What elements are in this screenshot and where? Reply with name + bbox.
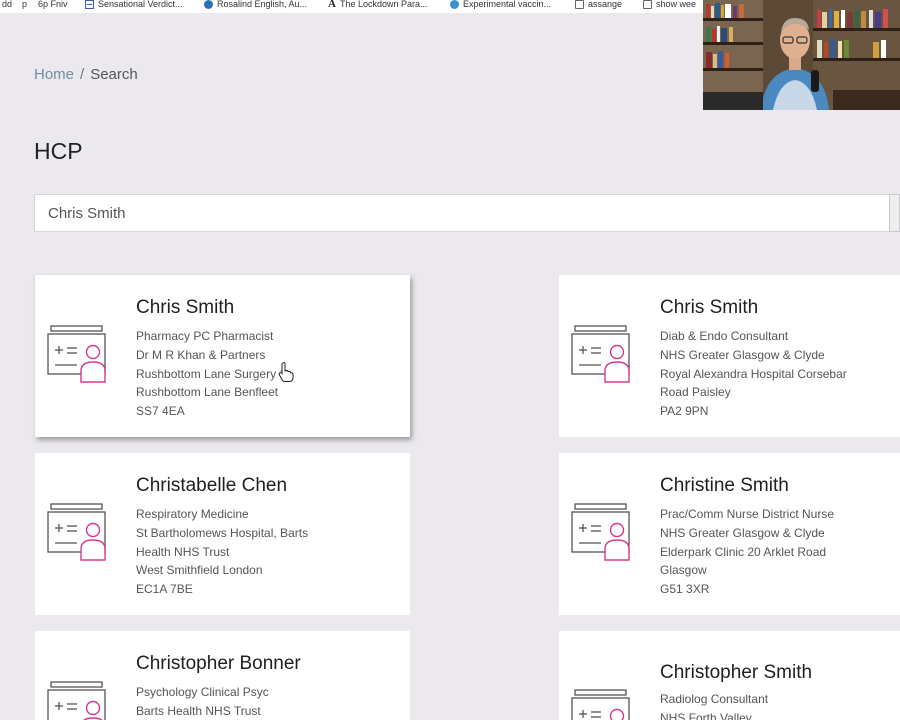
id-card-icon bbox=[571, 689, 631, 720]
hcp-detail-line: Dr M R Khan & Partners bbox=[136, 347, 266, 362]
search-button[interactable] bbox=[889, 194, 900, 232]
bookmark-item[interactable]: 6p Fniv bbox=[38, 0, 68, 9]
hcp-details: Radiolog Consultant NHS Forth Valley bbox=[660, 690, 768, 720]
webcam-overlay bbox=[703, 0, 900, 110]
page-title: HCP bbox=[34, 138, 83, 164]
hcp-detail-line: St Bartholomews Hospital, Barts bbox=[136, 525, 309, 540]
hcp-card[interactable]: Christine Smith Prac/Comm Nurse District… bbox=[559, 453, 900, 615]
hcp-name: Chris Smith bbox=[136, 297, 235, 318]
id-card-icon bbox=[47, 681, 107, 720]
bookmark-item[interactable]: dd bbox=[2, 0, 12, 9]
hcp-detail-line: Radiolog Consultant bbox=[660, 692, 769, 706]
folder-icon bbox=[643, 0, 652, 9]
hcp-detail-line: Road Paisley bbox=[660, 385, 731, 400]
bookmark-item[interactable]: A The Lockdown Para... bbox=[328, 0, 428, 10]
bookmark-label: Sensational Verdict... bbox=[98, 0, 183, 9]
hcp-detail-line: NHS Forth Valley bbox=[660, 710, 752, 720]
webcam-video bbox=[703, 0, 900, 110]
bookmark-item[interactable]: show wee bbox=[643, 0, 696, 9]
id-card-icon bbox=[47, 503, 107, 561]
bookmark-label: Experimental vaccin... bbox=[463, 0, 552, 9]
hcp-detail-line: SS7 4EA bbox=[136, 404, 185, 419]
hcp-details: Psychology Clinical Psyc Barts Health NH… bbox=[136, 683, 269, 720]
hcp-detail-line: West Smithfield London bbox=[136, 563, 263, 578]
bookmark-label: show wee bbox=[656, 0, 697, 9]
hand-cursor-icon bbox=[278, 362, 294, 382]
hcp-detail-line: PA2 9PN bbox=[660, 404, 709, 419]
hcp-detail-line: Pharmacy PC Pharmacist bbox=[136, 329, 274, 343]
hcp-name: Christopher Smith bbox=[660, 662, 813, 683]
hcp-name: Christabelle Chen bbox=[136, 475, 288, 496]
atlantic-icon: A bbox=[328, 0, 336, 10]
breadcrumb-current: Search bbox=[90, 66, 138, 83]
hcp-detail-line: G51 3XR bbox=[660, 582, 710, 597]
hcp-detail-line: Diab & Endo Consultant bbox=[660, 329, 789, 343]
wordpress-icon bbox=[204, 0, 213, 9]
hcp-detail-line: Rushbottom Lane Surgery 1 bbox=[136, 366, 287, 381]
breadcrumb-separator: / bbox=[80, 66, 85, 83]
hcp-detail-line: NHS Greater Glasgow & Clyde bbox=[660, 525, 825, 540]
calendar-icon bbox=[85, 0, 94, 9]
bookmark-label: dd bbox=[2, 0, 13, 9]
bookmark-item[interactable]: Rosalind English, Au... bbox=[204, 0, 307, 9]
id-card-icon bbox=[47, 325, 107, 383]
bookmark-label: assange bbox=[588, 0, 623, 9]
bookmark-label: The Lockdown Para... bbox=[339, 0, 428, 9]
hcp-name: Chris Smith bbox=[660, 297, 759, 318]
bookmark-label: Rosalind English, Au... bbox=[217, 0, 308, 9]
id-card-icon bbox=[571, 503, 631, 561]
hcp-details: Diab & Endo Consultant NHS Greater Glasg… bbox=[660, 327, 847, 421]
bookmark-label: p bbox=[22, 0, 28, 9]
hcp-detail-line: Royal Alexandra Hospital Corsebar bbox=[660, 366, 847, 381]
hcp-card[interactable]: Christabelle Chen Respiratory Medicine S… bbox=[35, 453, 410, 615]
hcp-detail-line: Respiratory Medicine bbox=[136, 507, 249, 521]
hcp-detail-line: Prac/Comm Nurse District Nurse bbox=[660, 507, 835, 521]
hcp-detail-line: EC1A 7BE bbox=[136, 582, 193, 597]
hcp-details: Respiratory Medicine St Bartholomews Hos… bbox=[136, 505, 308, 599]
bookmark-item[interactable]: Sensational Verdict... bbox=[85, 0, 183, 9]
globe-icon bbox=[450, 0, 459, 9]
id-card-icon bbox=[571, 325, 631, 383]
hcp-detail-line: Barts Health NHS Trust bbox=[136, 703, 261, 718]
folder-icon bbox=[575, 0, 584, 9]
hcp-detail-line: Psychology Clinical Psyc bbox=[136, 685, 269, 699]
search-input[interactable] bbox=[34, 194, 900, 232]
bookmark-item[interactable]: p bbox=[22, 0, 27, 9]
hcp-details: Prac/Comm Nurse District Nurse NHS Great… bbox=[660, 505, 834, 599]
hcp-card[interactable]: Christopher Bonner Psychology Clinical P… bbox=[35, 631, 410, 720]
bookmark-item[interactable]: Experimental vaccin... bbox=[450, 0, 551, 9]
hcp-detail-line: Glasgow bbox=[660, 563, 707, 578]
hcp-detail-line: Health NHS Trust bbox=[136, 544, 230, 559]
bookmark-item[interactable]: assange bbox=[575, 0, 622, 9]
hcp-card[interactable]: Chris Smith Pharmacy PC Pharmacist Dr M … bbox=[35, 275, 410, 437]
hcp-details: Pharmacy PC Pharmacist Dr M R Khan & Par… bbox=[136, 327, 286, 421]
hcp-name: Christopher Bonner bbox=[136, 653, 301, 674]
hcp-card[interactable]: Chris Smith Diab & Endo Consultant NHS G… bbox=[559, 275, 900, 437]
breadcrumb-home-link[interactable]: Home bbox=[34, 66, 74, 83]
hcp-name: Christine Smith bbox=[660, 475, 789, 496]
hcp-detail-line: Rushbottom Lane Benfleet bbox=[136, 385, 279, 400]
hcp-card[interactable]: Christopher Smith Radiolog Consultant NH… bbox=[559, 631, 900, 720]
bookmark-label: 6p Fniv bbox=[38, 0, 68, 9]
breadcrumb: Home / Search bbox=[34, 66, 138, 83]
hcp-detail-line: NHS Greater Glasgow & Clyde bbox=[660, 347, 825, 362]
hcp-detail-line: Elderpark Clinic 20 Arklet Road bbox=[660, 544, 827, 559]
